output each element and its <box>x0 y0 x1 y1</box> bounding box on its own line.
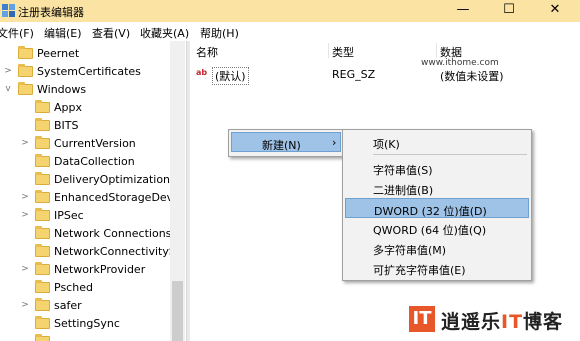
collapse-chevron-icon[interactable]: v <box>3 83 13 95</box>
tree-item-label: DeliveryOptimization <box>54 173 171 186</box>
folder-icon <box>35 316 50 329</box>
context-menu: 新建(N) › <box>228 129 346 157</box>
submenu-arrow-icon: › <box>332 136 337 149</box>
folder-icon <box>35 172 50 185</box>
logo-text-b: 博客 <box>523 311 564 333</box>
tree-item-label: safer <box>54 299 82 312</box>
submenu-item-qword-value[interactable]: QWORD (64 位)值(Q) <box>345 218 527 238</box>
submenu-item-string-value[interactable]: 字符串值(S) <box>345 158 527 178</box>
registry-tree[interactable]: Peernet > SystemCertificates v Windows A… <box>0 41 186 341</box>
folder-icon <box>35 208 50 221</box>
column-header-name[interactable]: 名称 <box>196 44 218 60</box>
tree-item-label: Network Connections <box>54 227 172 240</box>
tree-item-label: SettingSync <box>54 317 120 330</box>
watermark-text: www.ithome.com <box>421 58 499 68</box>
folder-icon <box>35 100 50 113</box>
expand-chevron-icon[interactable] <box>20 281 30 293</box>
logo-mark: IT <box>409 306 435 332</box>
folder-icon <box>35 298 50 311</box>
tree-item-label: EnhancedStorageDevi <box>54 191 177 204</box>
tree-item-label: Appx <box>54 101 82 114</box>
expand-chevron-icon[interactable]: > <box>20 137 30 149</box>
folder-icon <box>18 46 33 59</box>
menu-view[interactable]: 查看(V) <box>92 25 130 41</box>
submenu-item-expandable-string-value[interactable]: 可扩充字符串值(E) <box>345 258 527 278</box>
tree-scroll-thumb[interactable] <box>172 281 183 341</box>
expand-chevron-icon[interactable] <box>20 317 30 329</box>
folder-icon <box>35 136 50 149</box>
value-data-cell: (数值未设置) <box>440 70 504 83</box>
folder-open-icon <box>18 82 33 95</box>
tree-item-label: CurrentVersion <box>54 137 136 150</box>
submenu-item-label: DWORD (32 位)值(D) <box>374 205 487 218</box>
value-name-cell: (默认) <box>212 67 249 85</box>
submenu-item-key[interactable]: 项(K) <box>345 132 527 152</box>
submenu-item-label: 可扩充字符串值(E) <box>373 264 466 277</box>
logo-text-it: IT <box>501 311 524 333</box>
menu-favorites[interactable]: 收藏夹(A) <box>140 25 189 41</box>
tree-item-label: NetworkProvider <box>54 263 146 276</box>
new-submenu: 项(K) 字符串值(S) 二进制值(B) DWORD (32 位)值(D) QW… <box>342 129 532 281</box>
folder-icon <box>35 154 50 167</box>
tree-item-label: IPSec <box>54 209 84 222</box>
expand-chevron-icon[interactable] <box>3 47 13 59</box>
submenu-item-binary-value[interactable]: 二进制值(B) <box>345 178 527 198</box>
folder-icon <box>18 64 33 77</box>
folder-icon <box>35 334 50 341</box>
column-header-type[interactable]: 类型 <box>332 44 354 60</box>
tree-item-label: Windows <box>37 83 87 96</box>
regedit-app-icon <box>2 4 15 17</box>
submenu-item-dword-value[interactable]: DWORD (32 位)值(D) <box>345 198 529 218</box>
tree-vertical-scrollbar[interactable] <box>170 41 185 341</box>
expand-chevron-icon[interactable]: > <box>3 65 13 77</box>
menu-separator <box>373 154 527 155</box>
expand-chevron-icon[interactable] <box>20 227 30 239</box>
tree-item-label: SystemCertificates <box>37 65 141 78</box>
menu-help[interactable]: 帮助(H) <box>200 25 239 41</box>
maximize-button[interactable]: ☐ <box>486 0 532 22</box>
menu-edit[interactable]: 编辑(E) <box>44 25 82 41</box>
expand-chevron-icon[interactable] <box>20 173 30 185</box>
submenu-item-label: QWORD (64 位)值(Q) <box>373 224 487 237</box>
tree-item-label: Psched <box>54 281 93 294</box>
tree-item-label: Peernet <box>37 47 80 60</box>
logo-text: 逍遥乐IT博客 <box>441 307 563 334</box>
tree-item-label: NetworkConnectivityS <box>54 245 176 258</box>
expand-chevron-icon[interactable] <box>20 101 30 113</box>
expand-chevron-icon[interactable]: > <box>20 209 30 221</box>
menu-item-new-label: 新建(N) <box>262 139 301 152</box>
expand-chevron-icon[interactable] <box>20 119 30 131</box>
close-button[interactable]: ✕ <box>532 0 578 22</box>
tree-item-label: DataCollection <box>54 155 135 168</box>
menu-item-new[interactable]: 新建(N) › <box>231 132 341 152</box>
submenu-item-multi-string-value[interactable]: 多字符串值(M) <box>345 238 527 258</box>
window-title: 注册表编辑器 <box>18 6 84 19</box>
folder-icon <box>35 190 50 203</box>
expand-chevron-icon[interactable]: > <box>20 263 30 275</box>
menu-bar: 文件(F) 编辑(E) 查看(V) 收藏夹(A) 帮助(H) <box>0 22 580 41</box>
folder-icon <box>35 262 50 275</box>
folder-icon <box>35 244 50 257</box>
value-row-default[interactable]: ab (默认) REG_SZ (数值未设置) <box>190 65 580 85</box>
string-value-icon: ab <box>196 68 208 77</box>
menu-file[interactable]: 文件(F) <box>0 25 34 41</box>
logo-text-a: 逍遥乐 <box>441 311 502 333</box>
expand-chevron-icon[interactable]: > <box>20 299 30 311</box>
folder-icon <box>35 118 50 131</box>
title-bar: 注册表编辑器 — ☐ ✕ <box>0 0 580 22</box>
submenu-item-label: 二进制值(B) <box>373 184 434 197</box>
folder-icon <box>35 226 50 239</box>
minimize-button[interactable]: — <box>440 0 486 22</box>
column-divider[interactable] <box>436 43 437 58</box>
column-divider[interactable] <box>328 43 329 58</box>
value-type-cell: REG_SZ <box>332 68 376 81</box>
folder-icon <box>35 280 50 293</box>
submenu-item-label: 项(K) <box>373 138 400 151</box>
tree-item-label: BITS <box>54 119 79 132</box>
submenu-item-label: 多字符串值(M) <box>373 244 447 257</box>
submenu-item-label: 字符串值(S) <box>373 164 433 177</box>
expand-chevron-icon[interactable]: > <box>20 191 30 203</box>
expand-chevron-icon[interactable] <box>20 245 30 257</box>
expand-chevron-icon[interactable] <box>20 155 30 167</box>
